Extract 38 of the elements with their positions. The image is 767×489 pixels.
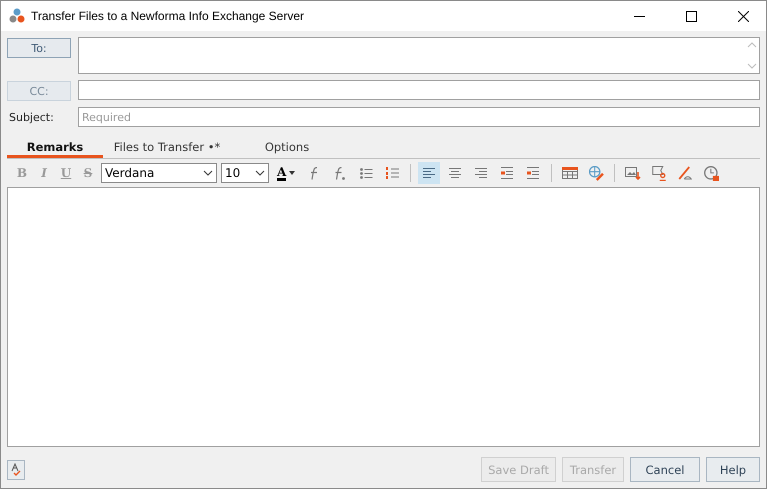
table-icon xyxy=(562,167,578,179)
dropdown-caret-icon xyxy=(255,170,265,176)
align-center-icon xyxy=(449,168,462,178)
align-left-icon xyxy=(423,168,436,178)
tab[interactable]: Options xyxy=(231,137,343,158)
recipient-button[interactable]: To: xyxy=(7,38,71,58)
subject-field[interactable]: Required xyxy=(78,107,760,127)
script-f-icon xyxy=(310,166,318,180)
dialog-button[interactable]: Help xyxy=(706,457,760,482)
dropdown-caret-icon xyxy=(203,170,213,176)
size-select[interactable]: 10 xyxy=(221,163,269,183)
script-f-dot-icon xyxy=(335,166,346,180)
field-label: Subject: xyxy=(8,110,55,124)
outdent-icon xyxy=(527,167,540,179)
tab[interactable]: Files to Transfer •* xyxy=(103,137,231,158)
address-field[interactable] xyxy=(78,37,760,74)
font-color-button[interactable]: A xyxy=(277,166,296,180)
font-select[interactable]: Verdana xyxy=(101,163,217,183)
address-field[interactable] xyxy=(78,80,760,100)
bullet-list-icon xyxy=(360,168,373,178)
stamp-icon xyxy=(652,166,666,180)
spell-check-icon xyxy=(10,462,22,476)
image-icon xyxy=(625,166,642,180)
clock-icon xyxy=(704,166,719,180)
toolbar-button[interactable] xyxy=(418,162,440,184)
caret-icon xyxy=(289,171,296,175)
app-logo-icon xyxy=(9,8,25,24)
tab[interactable]: Remarks xyxy=(7,137,103,158)
window-title: Transfer Files to a Newforma Info Exchange Server xyxy=(31,9,305,23)
close-icon xyxy=(738,10,748,22)
globe-link-icon xyxy=(588,166,604,180)
indent-icon xyxy=(501,167,514,179)
align-right-icon xyxy=(475,168,488,178)
numbered-list-icon xyxy=(386,167,399,179)
dialog-button[interactable]: Cancel xyxy=(630,457,700,482)
maximize-icon xyxy=(686,10,696,22)
signature-icon xyxy=(678,166,692,180)
spell-check-button[interactable] xyxy=(7,460,25,480)
